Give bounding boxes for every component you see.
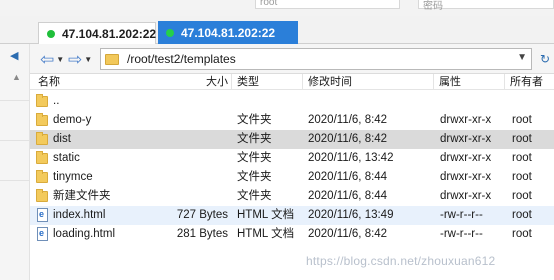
chevron-down-icon: ▼	[56, 54, 65, 64]
scroll-up-icon[interactable]: ▲	[12, 72, 21, 82]
file-attrs: drwxr-xr-x	[440, 133, 492, 145]
folder-icon	[36, 170, 48, 183]
watermark: https://blog.csdn.net/zhouxuan612	[306, 254, 496, 268]
file-row[interactable]: loading.html 281 Bytes HTML 文档 2020/11/6…	[30, 225, 554, 244]
folder-icon	[105, 53, 119, 65]
column-header-owner[interactable]: 所有者	[510, 74, 543, 90]
file-modified: 2020/11/6, 8:42	[308, 228, 388, 240]
file-type: 文件夹	[237, 152, 272, 164]
file-name: static	[53, 152, 80, 164]
connected-dot-icon	[47, 29, 55, 38]
file-owner: root	[512, 114, 532, 126]
file-size	[170, 168, 228, 187]
connected-dot-icon	[166, 29, 174, 37]
column-header-type[interactable]: 类型	[237, 74, 259, 90]
file-name: 新建文件夹	[53, 190, 111, 202]
file-name: loading.html	[53, 228, 116, 240]
file-row[interactable]: 新建文件夹 文件夹 2020/11/6, 8:44 drwxr-xr-x roo…	[30, 187, 554, 206]
file-modified: 2020/11/6, 13:42	[308, 152, 394, 164]
path-text: /root/test2/templates	[127, 52, 236, 66]
file-type: 文件夹	[237, 133, 272, 145]
file-owner: root	[512, 152, 532, 164]
file-row-selected[interactable]: dist 文件夹 2020/11/6, 8:42 drwxr-xr-x root	[30, 130, 554, 149]
file-name: dist	[53, 133, 71, 145]
back-arrow-icon[interactable]: ◀	[10, 49, 18, 62]
column-header-modified[interactable]: 修改时间	[308, 74, 352, 90]
file-name: index.html	[53, 209, 106, 221]
back-button[interactable]: ⇦ ▼	[40, 49, 64, 69]
file-attrs: drwxr-xr-x	[440, 114, 492, 126]
tab-label: 47.104.81.202:22	[62, 26, 157, 41]
file-type: 文件夹	[237, 114, 272, 126]
file-type: 文件夹	[237, 190, 272, 202]
chevron-down-icon[interactable]: ▼	[517, 52, 527, 63]
forward-button[interactable]: ⇨ ▼	[68, 49, 92, 69]
password-field[interactable]: 密码	[418, 0, 554, 12]
file-modified: 2020/11/6, 8:42	[308, 133, 388, 145]
username-field[interactable]: root	[255, 0, 400, 9]
file-type: 文件夹	[237, 171, 272, 183]
file-attrs: drwxr-xr-x	[440, 190, 492, 202]
password-field-text: 密码	[423, 1, 443, 12]
file-owner: root	[512, 228, 532, 240]
file-modified: 2020/11/6, 8:44	[308, 171, 388, 183]
path-input[interactable]: /root/test2/templates ▼	[100, 48, 532, 70]
file-row[interactable]: demo-y 文件夹 2020/11/6, 8:42 drwxr-xr-x ro…	[30, 111, 554, 130]
file-size	[170, 149, 228, 168]
arrow-right-icon: ⇨	[68, 49, 83, 69]
tab-session-2[interactable]: 47.104.81.202:22	[158, 21, 298, 45]
file-size	[170, 187, 228, 206]
file-modified: 2020/11/6, 8:42	[308, 114, 388, 126]
column-header-attrs[interactable]: 属性	[439, 74, 461, 90]
file-type: HTML 文档	[237, 228, 295, 240]
column-header-size[interactable]: 大小	[206, 74, 228, 90]
file-row-hover[interactable]: index.html 727 Bytes HTML 文档 2020/11/6, …	[30, 206, 554, 225]
file-owner: root	[512, 190, 532, 202]
folder-icon	[36, 189, 48, 202]
file-attrs: drwxr-xr-x	[440, 152, 492, 164]
chevron-down-icon: ▼	[84, 54, 93, 64]
file-row[interactable]: tinymce 文件夹 2020/11/6, 8:44 drwxr-xr-x r…	[30, 168, 554, 187]
top-strip: root 密码	[0, 0, 554, 16]
file-attrs: drwxr-xr-x	[440, 171, 492, 183]
folder-icon	[36, 151, 48, 164]
file-list-header: 名称 大小 类型 修改时间 属性 所有者	[30, 74, 554, 90]
refresh-icon[interactable]: ↻	[536, 48, 554, 70]
file-owner: root	[512, 209, 532, 221]
tab-session-1[interactable]: 47.104.81.202:22	[38, 22, 156, 44]
file-attrs: -rw-r--r--	[440, 228, 483, 240]
html-file-icon	[37, 208, 48, 222]
column-header-name[interactable]: 名称	[38, 74, 60, 90]
remote-toolbar: ⇦ ▼ ⇨ ▼ /root/test2/templates ▼ ↻	[30, 44, 554, 74]
file-name: ..	[53, 95, 60, 107]
file-row[interactable]: ..	[30, 92, 554, 111]
file-size: 281 Bytes	[176, 228, 228, 240]
file-owner: root	[512, 171, 532, 183]
folder-icon	[36, 113, 48, 126]
file-size	[170, 130, 228, 149]
file-row[interactable]: static 文件夹 2020/11/6, 13:42 drwxr-xr-x r…	[30, 149, 554, 168]
username-field-text: root	[260, 0, 278, 8]
html-file-icon	[37, 227, 48, 241]
file-owner: root	[512, 133, 532, 145]
file-size	[170, 111, 228, 130]
arrow-left-icon: ⇦	[40, 49, 55, 69]
file-attrs: -rw-r--r--	[440, 209, 483, 221]
file-name: demo-y	[53, 114, 92, 126]
file-type: HTML 文档	[237, 209, 295, 221]
folder-icon	[36, 132, 48, 145]
file-name: tinymce	[53, 171, 93, 183]
file-size: 727 Bytes	[176, 209, 228, 221]
file-modified: 2020/11/6, 8:44	[308, 190, 388, 202]
session-tab-bar: 47.104.81.202:22 47.104.81.202:22	[0, 16, 554, 45]
folder-icon	[36, 94, 48, 107]
local-panel-edge: ◀ ▲	[0, 44, 30, 280]
tab-label: 47.104.81.202:22	[181, 26, 276, 40]
file-modified: 2020/11/6, 13:49	[308, 209, 394, 221]
